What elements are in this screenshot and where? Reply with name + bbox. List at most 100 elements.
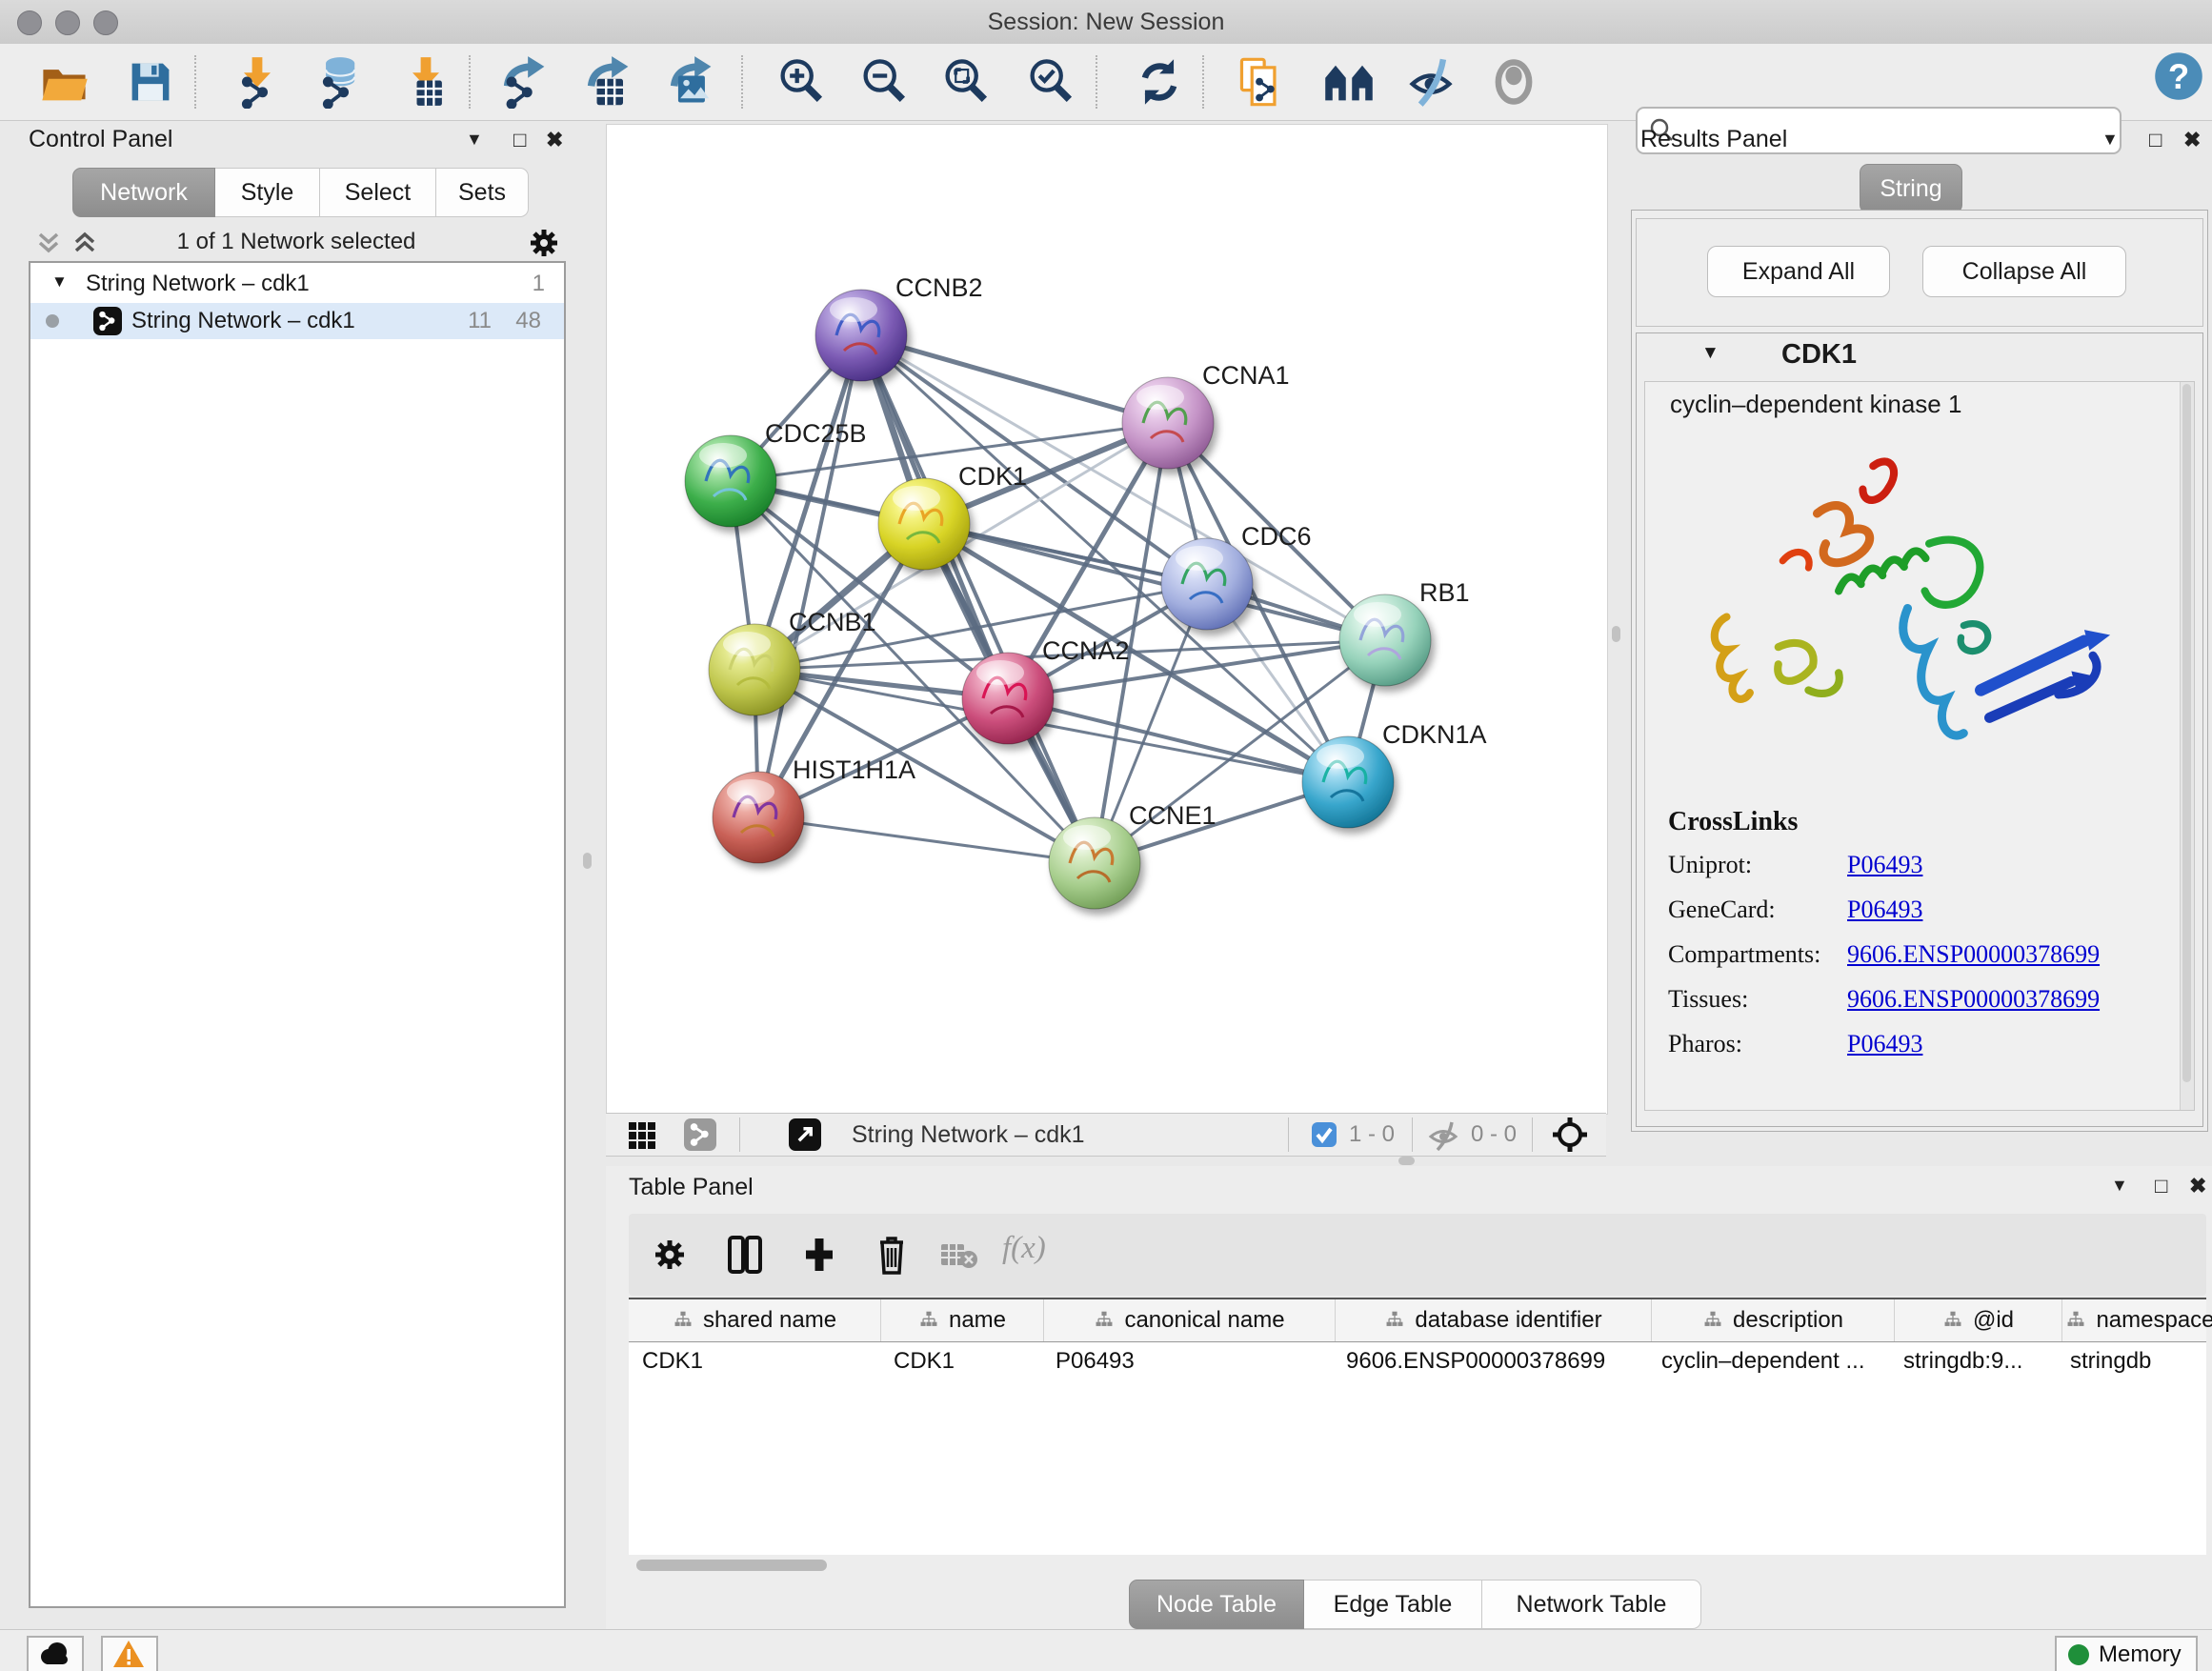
table-cell[interactable]: 9606.ENSP00000378699 xyxy=(1333,1342,1648,1380)
results-scrollbar[interactable] xyxy=(2180,382,2194,1110)
tab-edge-table[interactable]: Edge Table xyxy=(1304,1580,1482,1629)
network-row-selected[interactable]: String Network – cdk1 11 48 xyxy=(30,303,564,339)
selected-checkbox-icon[interactable] xyxy=(1311,1121,1337,1148)
column-header-database-identifier[interactable]: database identifier xyxy=(1336,1299,1652,1341)
right-splitter-handle[interactable] xyxy=(1612,626,1620,642)
table-cell[interactable]: CDK1 xyxy=(629,1342,880,1380)
zoom-out-icon[interactable] xyxy=(857,55,911,109)
network-view-share-icon[interactable] xyxy=(684,1118,716,1151)
tree-expander-icon[interactable]: ▼ xyxy=(51,272,68,292)
import-network-database-icon[interactable] xyxy=(312,55,365,109)
left-splitter-handle[interactable] xyxy=(583,853,592,869)
tab-style[interactable]: Style xyxy=(215,168,320,217)
first-neighbors-icon[interactable] xyxy=(1322,55,1376,109)
import-network-file-icon[interactable] xyxy=(231,55,284,109)
grid-view-icon[interactable] xyxy=(625,1118,659,1153)
table-panel-close-icon[interactable]: ✖ xyxy=(2189,1174,2206,1198)
bottom-splitter-handle[interactable] xyxy=(1398,1157,1415,1165)
refresh-icon[interactable] xyxy=(1133,55,1186,109)
network-edge-CCNB2-HIST1H1A[interactable] xyxy=(758,335,861,817)
collapse-all-button[interactable]: Collapse All xyxy=(1922,246,2126,297)
tab-node-table[interactable]: Node Table xyxy=(1129,1580,1304,1629)
network-node-CCNB1[interactable]: CCNB1 xyxy=(709,608,876,715)
tab-network-table[interactable]: Network Table xyxy=(1482,1580,1701,1629)
zoom-fit-icon[interactable] xyxy=(939,55,993,109)
table-cell[interactable]: CDK1 xyxy=(880,1342,1042,1380)
network-collection-row[interactable]: ▼ String Network – cdk1 1 xyxy=(30,267,564,303)
network-node-CCNA1[interactable]: CCNA1 xyxy=(1122,361,1290,469)
window-title: Session: New Session xyxy=(0,0,2212,44)
network-edge-HIST1H1A-CCNE1[interactable] xyxy=(758,817,1095,863)
tab-select[interactable]: Select xyxy=(320,168,436,217)
table-cell[interactable]: stringdb xyxy=(2057,1342,2212,1380)
tab-string[interactable]: String xyxy=(1860,164,1962,213)
column-header-@id[interactable]: @id xyxy=(1895,1299,2062,1341)
fit-selected-crosshair-icon[interactable] xyxy=(1551,1116,1589,1154)
warning-button[interactable] xyxy=(101,1636,158,1671)
network-node-CDK1[interactable]: CDK1 xyxy=(878,462,1027,570)
select-columns-icon[interactable] xyxy=(726,1235,764,1275)
clone-network-icon[interactable] xyxy=(1236,55,1289,109)
help-icon[interactable]: ? xyxy=(2152,50,2205,103)
network-node-RB1[interactable]: RB1 xyxy=(1339,578,1470,686)
network-node-HIST1H1A[interactable]: HIST1H1A xyxy=(713,755,915,863)
network-edge-CDK1-RB1[interactable] xyxy=(924,524,1385,640)
table-cell[interactable]: P06493 xyxy=(1042,1342,1333,1380)
column-header-canonical-name[interactable]: canonical name xyxy=(1044,1299,1336,1341)
table-panel-collapse-icon[interactable]: ▼ xyxy=(2111,1176,2128,1196)
table-row[interactable]: CDK1CDK1P064939606.ENSP00000378699cyclin… xyxy=(629,1342,2206,1380)
crosslink-link[interactable]: 9606.ENSP00000378699 xyxy=(1847,940,2100,969)
results-panel-title: Results Panel xyxy=(1640,126,1787,153)
memory-button[interactable]: Memory xyxy=(2055,1636,2198,1671)
cloud-button[interactable] xyxy=(27,1636,84,1671)
hidden-eye-slash-icon[interactable] xyxy=(1427,1119,1459,1152)
table-panel-float-icon[interactable]: □ xyxy=(2155,1174,2167,1198)
crosslink-link[interactable]: P06493 xyxy=(1847,851,1922,879)
column-header-namespace[interactable]: namespace xyxy=(2062,1299,2212,1341)
entry-expander-icon[interactable]: ▼ xyxy=(1701,343,1719,364)
delete-column-icon[interactable] xyxy=(873,1233,911,1277)
export-network-icon[interactable] xyxy=(499,55,553,109)
network-canvas[interactable]: CCNB2CCNA1CDC25BCDK1CDC6RB1CCNB1CCNA2CDK… xyxy=(606,124,1608,1115)
detach-view-icon[interactable] xyxy=(789,1118,821,1151)
gene-entry-body: cyclin–dependent kinase 1 xyxy=(1644,381,2195,1111)
gear-icon[interactable] xyxy=(528,227,560,259)
import-table-file-icon[interactable] xyxy=(399,55,452,109)
column-header-shared-name[interactable]: shared name xyxy=(629,1299,881,1341)
network-node-CDC6[interactable]: CDC6 xyxy=(1161,522,1312,630)
export-table-icon[interactable] xyxy=(583,55,636,109)
network-node-CDKN1A[interactable]: CDKN1A xyxy=(1302,720,1487,828)
crosslink-link[interactable]: 9606.ENSP00000378699 xyxy=(1847,985,2100,1014)
column-header-name[interactable]: name xyxy=(881,1299,1044,1341)
zoom-selected-icon[interactable] xyxy=(1024,55,1077,109)
control-panel-close-icon[interactable]: ✖ xyxy=(546,128,563,152)
expand-all-button[interactable]: Expand All xyxy=(1707,246,1890,297)
network-selected-text: 1 of 1 Network selected xyxy=(29,229,564,255)
network-node-CDC25B[interactable]: CDC25B xyxy=(685,419,867,527)
results-panel-collapse-icon[interactable]: ▼ xyxy=(2101,130,2119,150)
results-panel-close-icon[interactable]: ✖ xyxy=(2183,128,2201,152)
save-session-icon[interactable] xyxy=(124,55,177,109)
crosslinks-title: CrossLinks xyxy=(1668,807,2100,837)
table-gear-icon[interactable] xyxy=(652,1237,688,1273)
open-file-icon[interactable] xyxy=(38,55,91,109)
crosslinks-section: CrossLinks Uniprot:P06493GeneCard:P06493… xyxy=(1668,807,2100,1075)
results-panel-float-icon[interactable]: □ xyxy=(2149,128,2162,152)
table-cell[interactable]: stringdb:9... xyxy=(1890,1342,2057,1380)
zoom-in-icon[interactable] xyxy=(774,55,828,109)
gene-entry-header[interactable]: ▼ CDK1 xyxy=(1637,333,2202,379)
export-image-icon[interactable] xyxy=(666,55,719,109)
table-hscrollbar[interactable] xyxy=(629,1557,2206,1574)
tab-sets[interactable]: Sets xyxy=(436,168,529,217)
crosslink-link[interactable]: P06493 xyxy=(1847,1030,1922,1058)
hide-selected-icon[interactable] xyxy=(1404,55,1458,109)
control-panel-collapse-icon[interactable]: ▼ xyxy=(466,130,483,150)
control-panel-float-icon[interactable]: □ xyxy=(513,128,526,152)
table-cell[interactable]: cyclin–dependent ... xyxy=(1648,1342,1890,1380)
crosslink-link[interactable]: P06493 xyxy=(1847,896,1922,924)
column-header-description[interactable]: description xyxy=(1652,1299,1895,1341)
show-all-icon[interactable] xyxy=(1487,55,1540,109)
tab-network[interactable]: Network xyxy=(72,168,215,217)
create-column-icon[interactable] xyxy=(800,1235,838,1275)
gene-description: cyclin–dependent kinase 1 xyxy=(1670,390,1961,419)
